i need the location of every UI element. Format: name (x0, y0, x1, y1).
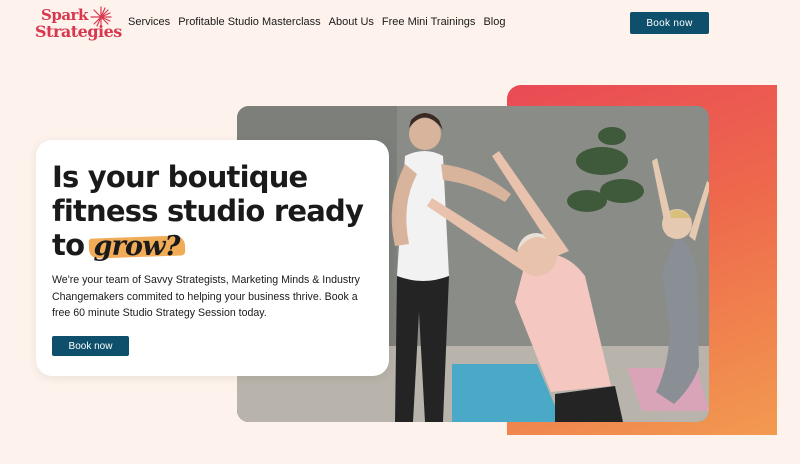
header-book-now-button[interactable]: Book now (630, 12, 709, 34)
sunburst-icon (90, 6, 112, 28)
nav-item-mini-trainings[interactable]: Free Mini Trainings (382, 16, 476, 28)
hero-book-now-button[interactable]: Book now (52, 336, 129, 356)
site-header: Spark Strategies Services Profitable Stu… (0, 0, 800, 46)
main-nav: Services Profitable Studio Masterclass A… (128, 16, 505, 28)
nav-item-masterclass[interactable]: Profitable Studio Masterclass (178, 16, 320, 28)
hero-description: We're your team of Savvy Strategists, Ma… (52, 274, 360, 319)
headline-highlight: grow? (89, 228, 186, 264)
brand-logo[interactable]: Spark Strategies (35, 6, 122, 42)
nav-item-blog[interactable]: Blog (483, 16, 505, 28)
hero-headline: Is your boutique fitness studio ready to… (52, 160, 382, 264)
nav-item-about-us[interactable]: About Us (329, 16, 374, 28)
headline-line-2: fitness studio ready (52, 194, 364, 228)
headline-highlight-word: grow? (93, 231, 180, 262)
hero-card: Is your boutique fitness studio ready to… (36, 140, 389, 376)
nav-item-services[interactable]: Services (128, 16, 170, 28)
headline-line-3-prefix: to (52, 228, 94, 262)
headline-line-1: Is your boutique (52, 160, 308, 194)
headline-line-3: to grow? (52, 228, 382, 264)
